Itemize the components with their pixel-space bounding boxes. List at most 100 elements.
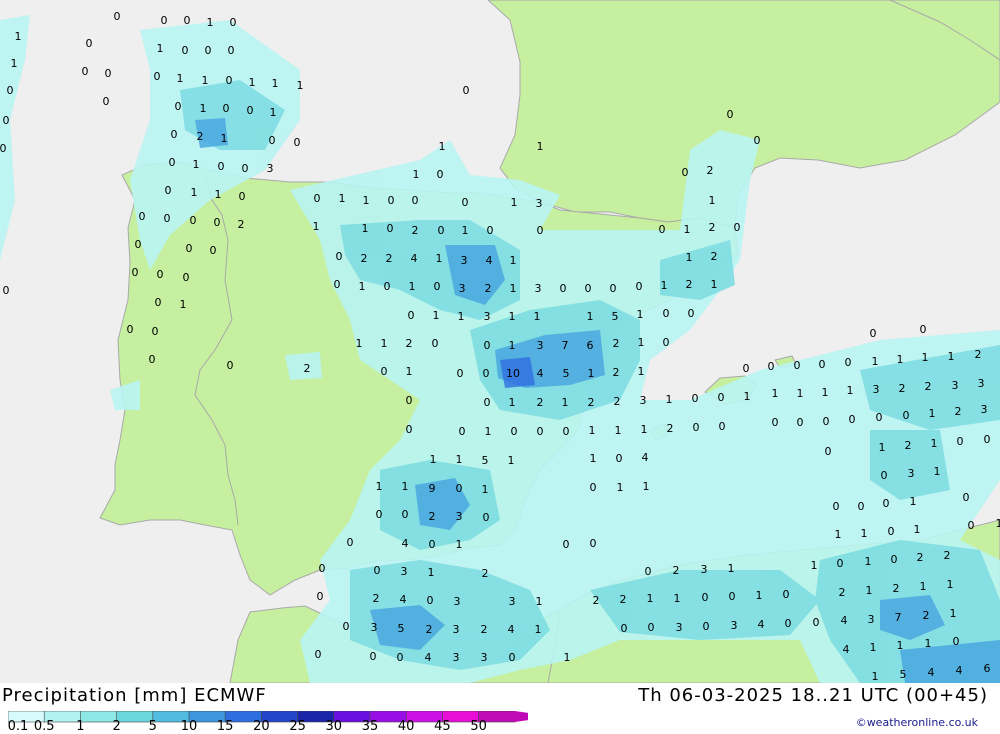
precip-value: 1 [11, 57, 18, 70]
precip-value: 3 [461, 254, 468, 267]
precip-value: 4 [508, 623, 515, 636]
precip-value: 0 [509, 651, 516, 664]
precip-value: 3 [371, 621, 378, 634]
precip-value: 0 [888, 525, 895, 538]
precip-value: 4 [425, 651, 432, 664]
precip-value: 1 [564, 651, 571, 664]
legend-tick-label: 35 [362, 719, 379, 734]
precip-value: 2 [673, 564, 680, 577]
precip-value: 0 [374, 564, 381, 577]
precip-value: 1 [711, 278, 718, 291]
precip-value: 0 [218, 160, 225, 173]
precip-value: 1 [929, 407, 936, 420]
legend-tick-label: 15 [217, 719, 234, 734]
precip-value: 2 [426, 623, 433, 636]
precip-value: 0 [457, 367, 464, 380]
precip-value: 1 [482, 483, 489, 496]
precip-value: 1 [948, 350, 955, 363]
precip-value: 1 [920, 580, 927, 593]
legend-tick-label: 50 [470, 719, 487, 734]
precip-value: 0 [432, 337, 439, 350]
precip-value: 1 [872, 355, 879, 368]
precip-value: 0 [797, 416, 804, 429]
precip-value: 0 [459, 425, 466, 438]
precip-value: 1 [180, 298, 187, 311]
precip-value: 4 [642, 451, 649, 464]
legend-overflow-arrow [515, 711, 528, 722]
precip-value: 0 [319, 562, 326, 575]
precip-value: 1 [485, 425, 492, 438]
precip-value: 1 [509, 396, 516, 409]
precip-value: 0 [315, 648, 322, 661]
precip-value: 1 [458, 310, 465, 323]
precip-value: 1 [950, 607, 957, 620]
precip-value: 2 [613, 337, 620, 350]
precip-value: 0 [754, 134, 761, 147]
precip-value: 1 [439, 140, 446, 153]
precip-value: 2 [899, 382, 906, 395]
precip-value: 0 [968, 519, 975, 532]
precip-value: 1 [686, 251, 693, 264]
precip-value: 0 [663, 307, 670, 320]
precip-value: 1 [356, 337, 363, 350]
precip-value: 0 [984, 433, 991, 446]
precip-value: 1 [797, 387, 804, 400]
precip-value: 1 [684, 223, 691, 236]
precip-value: 0 [317, 590, 324, 603]
precip-value: 0 [813, 616, 820, 629]
precip-value: 2 [238, 218, 245, 231]
precip-value: 1 [456, 453, 463, 466]
precip-value: 3 [267, 162, 274, 175]
precip-value: 0 [370, 650, 377, 663]
precip-value: 1 [270, 106, 277, 119]
precip-value: 5 [612, 310, 619, 323]
precip-value: 0 [648, 621, 655, 634]
precip-value: 1 [359, 280, 366, 293]
precip-value: 1 [402, 480, 409, 493]
precip-value: 0 [103, 95, 110, 108]
precip-value: 0 [105, 67, 112, 80]
precip-value: 1 [511, 196, 518, 209]
legend-tick-label: 25 [289, 719, 306, 734]
precip-value: 1 [508, 454, 515, 467]
credit-link[interactable]: ©weatheronline.co.uk [856, 716, 978, 729]
precip-value: 0 [429, 538, 436, 551]
legend-tick-label: 20 [253, 719, 270, 734]
precip-value: 1 [861, 527, 868, 540]
precip-value: 0 [483, 367, 490, 380]
precip-value: 3 [453, 651, 460, 664]
precip-value: 0 [381, 365, 388, 378]
precip-value: 0 [511, 425, 518, 438]
precip-value: 1 [835, 528, 842, 541]
precip-value: 2 [482, 567, 489, 580]
precip-value: 0 [585, 282, 592, 295]
precip-value: 2 [481, 623, 488, 636]
precip-value: 0 [412, 194, 419, 207]
precip-value: 2 [386, 252, 393, 265]
precip-value: 1 [744, 390, 751, 403]
precip-value: 1 [456, 538, 463, 551]
precip-value: 1 [934, 465, 941, 478]
precip-value: 1 [157, 42, 164, 55]
precip-value: 1 [666, 393, 673, 406]
precip-value: 0 [314, 192, 321, 205]
precip-value: 1 [615, 424, 622, 437]
precip-value: 0 [437, 168, 444, 181]
precip-value: 0 [132, 266, 139, 279]
precip-value: 0 [693, 421, 700, 434]
precip-value: 3 [908, 467, 915, 480]
precip-value: 5 [900, 668, 907, 681]
precip-value: 0 [205, 44, 212, 57]
precip-value: 0 [183, 271, 190, 284]
precip-value: 3 [481, 651, 488, 664]
precip-value: 2 [537, 396, 544, 409]
precip-value: 0 [239, 190, 246, 203]
precip-value: 0 [384, 280, 391, 293]
precip-value: 0 [858, 500, 865, 513]
precip-value: 0 [336, 250, 343, 263]
precip-value: 0 [794, 359, 801, 372]
precip-value: 0 [155, 296, 162, 309]
precip-value: 2 [686, 278, 693, 291]
precip-value: 1 [430, 453, 437, 466]
precip-value: 1 [588, 367, 595, 380]
